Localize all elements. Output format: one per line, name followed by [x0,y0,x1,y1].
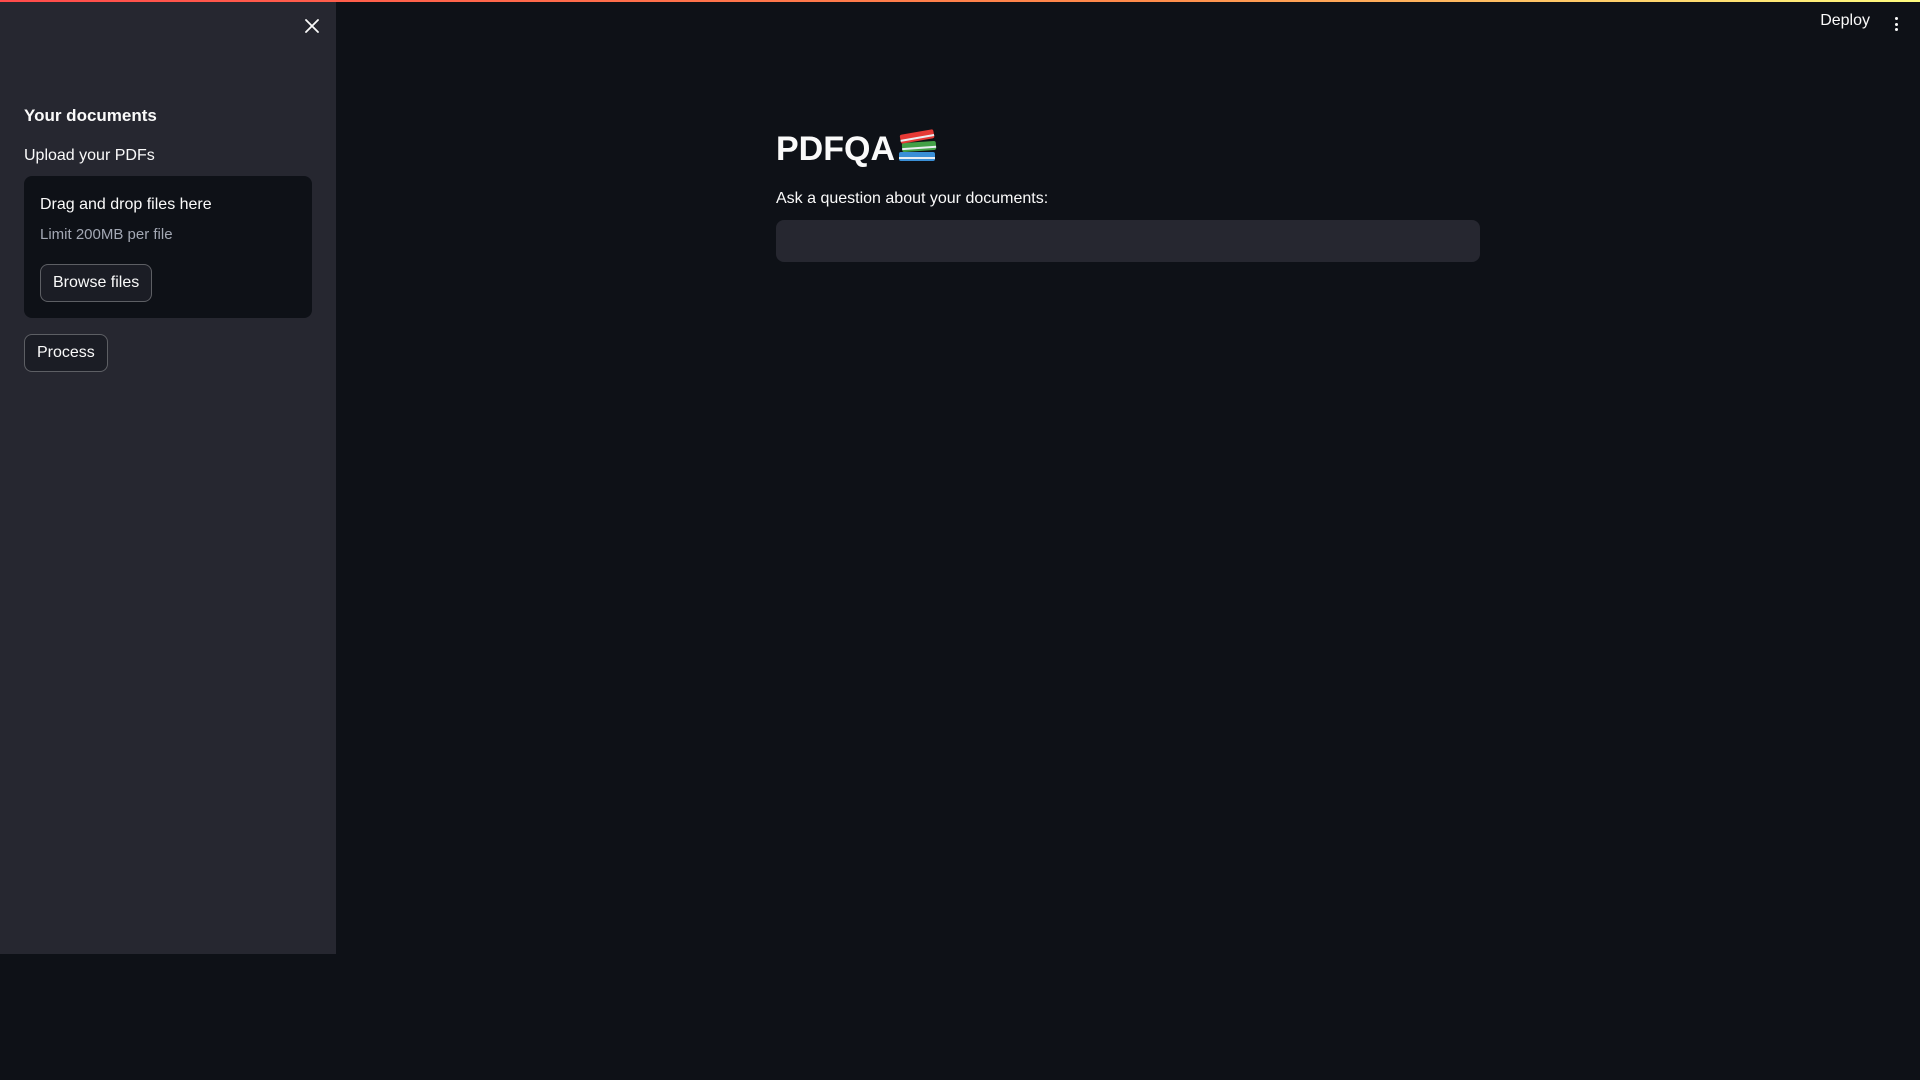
close-icon[interactable] [300,14,324,38]
sidebar: Your documents Upload your PDFs Drag and… [0,0,336,954]
question-label: Ask a question about your documents: [776,190,1049,207]
dropzone-title: Drag and drop files here [40,196,212,213]
sidebar-heading: Your documents [24,106,157,125]
vertical-ellipsis-icon[interactable] [1890,14,1902,34]
file-dropzone[interactable]: Drag and drop files here Limit 200MB per… [24,176,312,318]
page-title: PDFQA [776,126,939,173]
process-button[interactable]: Process [24,334,108,372]
page-title-text: PDFQA [776,130,895,168]
deploy-button[interactable]: Deploy [1820,12,1870,30]
question-input[interactable] [776,220,1480,262]
top-decoration-bar [0,0,1920,2]
books-icon [897,126,939,173]
dropzone-limit: Limit 200MB per file [40,226,173,243]
browse-files-button[interactable]: Browse files [40,264,153,302]
uploader-label: Upload your PDFs [24,147,155,164]
